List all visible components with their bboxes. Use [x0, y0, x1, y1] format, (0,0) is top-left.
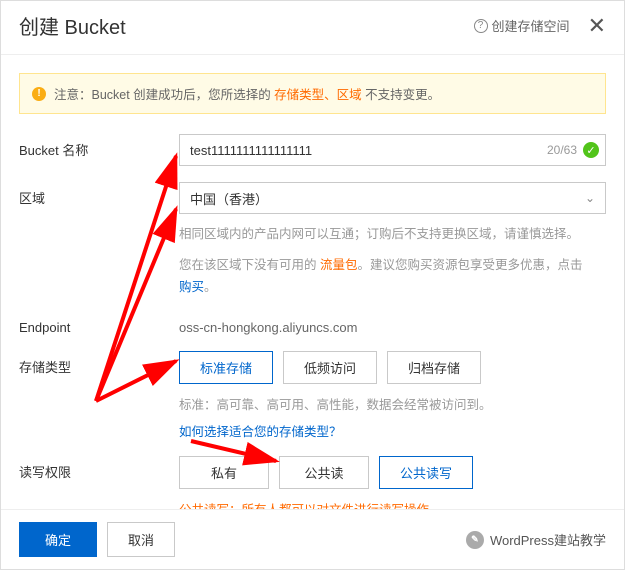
storage-archive-button[interactable]: 归档存储	[387, 351, 481, 384]
char-count: 20/63	[547, 143, 577, 157]
acl-group: 私有 公共读 公共读写	[179, 456, 606, 489]
ok-button[interactable]: 确定	[19, 522, 97, 557]
alert-banner: ! 注意：Bucket 创建成功后，您所选择的 存储类型、区域 不支持变更。	[19, 73, 606, 114]
credit: ✎ WordPress建站教学	[466, 530, 606, 549]
storage-standard-button[interactable]: 标准存储	[179, 351, 273, 384]
storage-type-group: 标准存储 低频访问 归档存储	[179, 351, 606, 384]
check-icon: ✓	[583, 142, 599, 158]
region-label: 区域	[19, 182, 179, 298]
credit-text: WordPress建站教学	[490, 530, 606, 549]
close-icon[interactable]: ✕	[588, 15, 606, 37]
help-icon: ?	[474, 19, 488, 33]
region-hint-1: 相同区域内的产品内网可以互通；订购后不支持更换区域，请谨慎选择。	[179, 224, 606, 245]
bucket-name-input[interactable]	[190, 143, 545, 158]
help-label: 创建存储空间	[492, 16, 570, 35]
endpoint-value: oss-cn-hongkong.aliyuncs.com	[179, 314, 606, 335]
warning-icon: !	[32, 87, 46, 101]
storage-ia-button[interactable]: 低频访问	[283, 351, 377, 384]
acl-public-read-button[interactable]: 公共读	[279, 456, 369, 489]
cancel-button[interactable]: 取消	[107, 522, 175, 557]
bucket-name-input-wrap: 20/63 ✓	[179, 134, 606, 166]
acl-public-rw-button[interactable]: 公共读写	[379, 456, 473, 489]
acl-private-button[interactable]: 私有	[179, 456, 269, 489]
bucket-name-label: Bucket 名称	[19, 134, 179, 166]
storage-caption: 标准：高可靠、高可用、高性能，数据会经常被访问到。	[179, 394, 606, 413]
alert-text: 注意：Bucket 创建成功后，您所选择的 存储类型、区域 不支持变更。	[54, 84, 440, 103]
wechat-icon: ✎	[466, 531, 484, 549]
endpoint-label: Endpoint	[19, 314, 179, 335]
storage-help-link[interactable]: 如何选择适合您的存储类型？	[179, 421, 606, 440]
chevron-down-icon: ⌄	[585, 191, 595, 205]
region-select[interactable]: 中国（香港） ⌄	[179, 182, 606, 214]
region-hint-2: 您在该区域下没有可用的 流量包。建议您购买资源包享受更多优惠，点击购买。	[179, 255, 606, 298]
dialog-header: 创建 Bucket ? 创建存储空间 ✕	[1, 1, 624, 55]
help-link[interactable]: ? 创建存储空间	[474, 16, 570, 35]
dialog-title: 创建 Bucket	[19, 11, 126, 40]
dialog-footer: 确定 取消 ✎ WordPress建站教学	[1, 509, 624, 569]
storage-type-label: 存储类型	[19, 351, 179, 440]
buy-link[interactable]: 购买	[179, 280, 204, 294]
region-value: 中国（香港）	[190, 189, 268, 208]
